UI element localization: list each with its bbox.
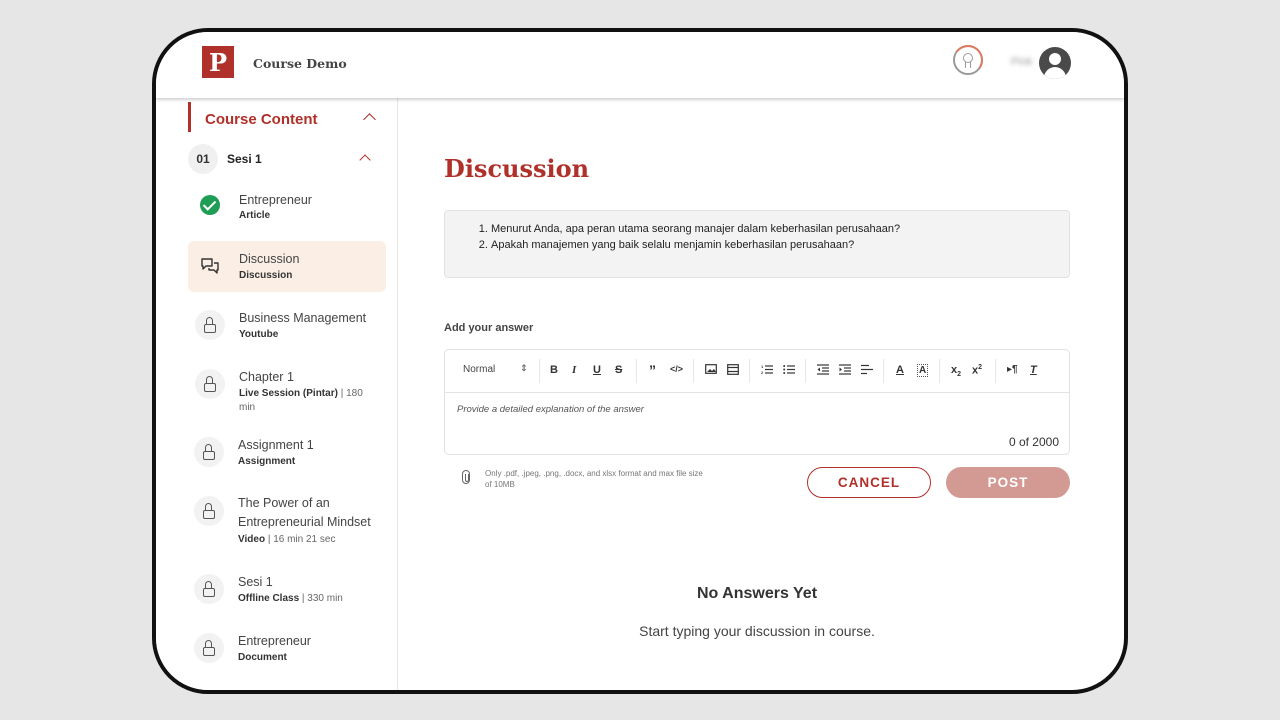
- session-header[interactable]: 01 Sesi 1: [188, 144, 388, 174]
- empty-state-subtitle: Start typing your discussion in course.: [639, 623, 875, 639]
- top-header: P Course Demo Pink: [156, 32, 1124, 98]
- course-content-header[interactable]: Course Content: [188, 102, 388, 132]
- item-title: Sesi 1: [238, 575, 273, 589]
- question-item: Apakah manajemen yang baik selalu menjam…: [491, 237, 1069, 253]
- item-type: Video | 16 min 21 sec: [238, 534, 336, 545]
- sidebar-item-sesi-1-offline[interactable]: Sesi 1 Offline Class | 330 min: [188, 566, 386, 618]
- sidebar-item-entrepreneur-document[interactable]: Entrepreneur Document: [188, 625, 386, 677]
- highlight-color-icon[interactable]: A: [917, 364, 929, 377]
- indent-icon[interactable]: [839, 364, 851, 378]
- page-title: Discussion: [444, 154, 590, 183]
- session-name: Sesi 1: [227, 152, 262, 166]
- ordered-list-icon[interactable]: 12: [761, 364, 773, 378]
- superscript-icon[interactable]: x2: [972, 364, 982, 378]
- format-select[interactable]: Normal: [463, 364, 495, 375]
- chevron-up-icon[interactable]: [359, 154, 371, 166]
- code-icon[interactable]: </>: [670, 364, 683, 378]
- course-content-title: Course Content: [205, 111, 318, 128]
- sidebar-item-assignment-1[interactable]: Assignment 1 Assignment: [188, 429, 386, 481]
- item-title: Discussion: [239, 252, 300, 266]
- text-direction-icon[interactable]: ▸¶: [1007, 364, 1018, 378]
- clear-format-icon[interactable]: T: [1030, 364, 1037, 378]
- item-type: Live Session (Pintar) | 180 min: [239, 388, 363, 413]
- char-counter: 0 of 2000: [1008, 435, 1059, 449]
- blockquote-icon[interactable]: ”: [649, 362, 656, 378]
- chevron-up-icon[interactable]: [363, 113, 376, 126]
- question-item: Menurut Anda, apa peran utama seorang ma…: [491, 221, 1069, 237]
- device-frame: P Course Demo Pink Course Content 01 Ses…: [152, 28, 1128, 694]
- svg-text:2: 2: [761, 370, 764, 375]
- underline-icon[interactable]: U: [593, 364, 601, 378]
- answer-input[interactable]: Provide a detailed explanation of the an…: [457, 404, 644, 415]
- bullet-list-icon[interactable]: [783, 364, 795, 378]
- empty-state-title: No Answers Yet: [696, 585, 818, 602]
- discussion-main: Discussion Menurut Anda, apa peran utama…: [398, 98, 1124, 690]
- sidebar-item-entrepreneur-article[interactable]: Entrepreneur Article: [188, 184, 386, 234]
- item-title: Entrepreneur: [239, 193, 312, 207]
- align-icon[interactable]: [861, 364, 873, 378]
- answer-label: Add your answer: [444, 322, 534, 334]
- lock-icon: [194, 496, 224, 526]
- bold-icon[interactable]: B: [550, 364, 558, 378]
- item-title: Chapter 1: [239, 370, 294, 384]
- chat-bubbles-icon: [195, 251, 225, 281]
- video-icon[interactable]: [727, 364, 739, 378]
- subscript-icon[interactable]: x2: [951, 364, 961, 378]
- brand-logo[interactable]: P: [202, 46, 234, 78]
- item-type: Document: [238, 652, 287, 663]
- item-type: Discussion: [239, 270, 293, 281]
- sidebar-item-entrepreneurial-mindset[interactable]: The Power of an Entrepreneurial Mindset …: [188, 488, 386, 558]
- item-type: Youtube: [239, 329, 279, 340]
- outdent-icon[interactable]: [817, 364, 829, 378]
- item-title: Business Management: [239, 311, 367, 325]
- italic-icon[interactable]: I: [572, 364, 576, 378]
- select-arrows-icon[interactable]: ⇕: [520, 363, 528, 374]
- app-title: Course Demo: [253, 56, 347, 71]
- image-icon[interactable]: [705, 364, 717, 378]
- lock-icon: [194, 633, 224, 663]
- editor-toolbar: Normal ⇕ B I U S ” </> 12 A A x2 x2 ▸¶ T: [445, 350, 1069, 393]
- sidebar-item-chapter-1[interactable]: Chapter 1 Live Session (Pintar) | 180 mi…: [188, 361, 386, 421]
- item-title: The Power of an Entrepreneurial Mindset: [238, 496, 371, 529]
- text-color-icon[interactable]: A: [896, 364, 904, 378]
- rich-text-editor[interactable]: Normal ⇕ B I U S ” </> 12 A A x2 x2 ▸¶ T…: [444, 349, 1070, 455]
- cancel-button[interactable]: CANCEL: [807, 467, 931, 498]
- item-type: Article: [239, 210, 271, 221]
- award-badge-icon[interactable]: [950, 42, 986, 78]
- paperclip-icon[interactable]: [462, 470, 470, 484]
- lock-icon: [194, 437, 224, 467]
- completed-check-icon: [195, 190, 225, 220]
- item-type: Assignment: [238, 456, 296, 467]
- file-hint: Only .pdf, .jpeg, .png, .docx, and xlsx …: [485, 469, 703, 489]
- item-title: Assignment 1: [238, 438, 314, 452]
- sidebar-item-business-management[interactable]: Business Management Youtube: [188, 302, 386, 352]
- username: Pink: [1011, 56, 1033, 68]
- post-button[interactable]: POST: [946, 467, 1070, 498]
- lock-icon: [195, 310, 225, 340]
- avatar[interactable]: [1039, 47, 1071, 79]
- strikethrough-icon[interactable]: S: [615, 364, 622, 378]
- question-box: Menurut Anda, apa peran utama seorang ma…: [444, 210, 1070, 278]
- lock-icon: [194, 574, 224, 604]
- course-sidebar: Course Content 01 Sesi 1 Entrepreneur Ar…: [156, 98, 398, 690]
- lock-icon: [195, 369, 225, 399]
- svg-text:1: 1: [761, 364, 764, 369]
- session-number: 01: [188, 144, 218, 174]
- item-title: Entrepreneur: [238, 634, 311, 648]
- sidebar-item-discussion[interactable]: Discussion Discussion: [188, 241, 386, 292]
- item-type: Offline Class | 330 min: [238, 593, 343, 604]
